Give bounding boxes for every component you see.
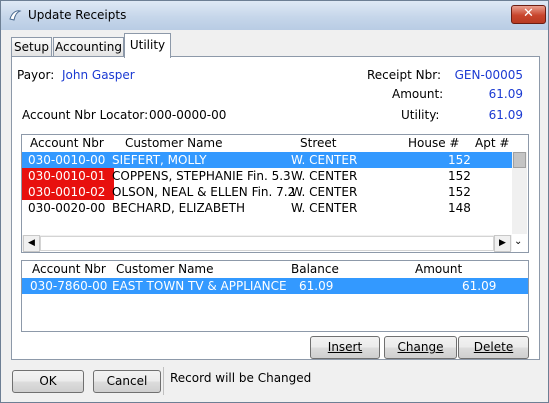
utility-value: 61.09 [488, 108, 523, 122]
customer-name-cell: SIEFERT, MOLLY [112, 153, 207, 167]
column-header[interactable]: Customer Name [125, 136, 223, 150]
column-header[interactable]: Balance [291, 262, 339, 276]
scroll-right-arrow-icon[interactable]: ▶ [494, 235, 511, 252]
table-row[interactable]: 030-0010-02 OLSON, NEAL & ELLEN Fin. 7.2… [22, 184, 528, 200]
payor-value: John Gasper [62, 68, 135, 82]
table-row[interactable]: 030-0020-00 BECHARD, ELIZABETH W. CENTER… [22, 200, 528, 216]
scroll-thumb[interactable] [513, 152, 526, 168]
cancel-button[interactable]: Cancel [93, 370, 161, 393]
payor-label: Payor: [17, 68, 55, 82]
customer-name-cell: COPPENS, STEPHANIE Fin. 5.3 [112, 169, 291, 183]
delete-button-label: Delete [473, 340, 514, 354]
locator-label: Account Nbr Locator: [22, 108, 149, 122]
column-header[interactable]: Account Nbr [30, 136, 104, 150]
utility-label: Utility: [401, 108, 440, 122]
insert-button-label: Insert [327, 340, 363, 354]
title-bar[interactable]: Update Receipts ✕ [1, 1, 548, 30]
account-nbr-cell: 030-0020-00 [28, 201, 106, 215]
payments-grid-header: Account Nbr Customer Name Balance Amount [22, 261, 528, 277]
change-button-label: Change [397, 340, 444, 354]
accounts-grid: Account Nbr Customer Name Street House #… [21, 134, 529, 253]
status-area: Record will be Changed [163, 367, 546, 395]
street-cell: W. CENTER [291, 153, 358, 167]
status-text: Record will be Changed [170, 371, 312, 385]
app-icon [9, 10, 22, 21]
close-button[interactable]: ✕ [511, 5, 546, 24]
table-row[interactable]: 030-0010-01 COPPENS, STEPHANIE Fin. 5.3 … [22, 168, 528, 184]
ok-button[interactable]: OK [12, 370, 84, 393]
vertical-scrollbar[interactable] [512, 152, 527, 234]
scroll-down-arrow-icon[interactable]: ⌄ [514, 236, 522, 247]
amount-value: 61.09 [488, 87, 523, 101]
receipt-nbr-value: GEN-00005 [454, 68, 523, 82]
locator-input[interactable]: 000-0000-00 [149, 108, 226, 122]
scroll-thumb[interactable] [40, 236, 494, 251]
street-cell: W. CENTER [291, 169, 358, 183]
account-nbr-cell: 030-0010-00 [28, 153, 106, 167]
account-nbr-cell: 030-0010-01 [22, 168, 114, 184]
close-icon: ✕ [523, 6, 534, 21]
utility-panel: Payor: John Gasper Receipt Nbr: GEN-0000… [11, 56, 540, 360]
column-header[interactable]: Apt # [475, 136, 509, 150]
window-title: Update Receipts [28, 8, 127, 22]
table-row[interactable]: 030-0010-00 SIEFERT, MOLLY W. CENTER 152 [22, 152, 512, 168]
tab-accounting[interactable]: Accounting [53, 37, 124, 56]
account-nbr-cell: 030-7860-00 [30, 279, 108, 293]
column-header[interactable]: Street [300, 136, 336, 150]
house-cell: 152 [448, 169, 471, 183]
house-cell: 152 [448, 153, 471, 167]
column-header[interactable]: Amount [415, 262, 462, 276]
column-header[interactable]: Account Nbr [32, 262, 106, 276]
street-cell: W. CENTER [291, 185, 358, 199]
horizontal-scrollbar[interactable]: ◀ ▶ [22, 235, 512, 252]
house-cell: 152 [448, 185, 471, 199]
update-receipts-window: Update Receipts ✕ Setup Accounting Utili… [0, 0, 549, 403]
street-cell: W. CENTER [291, 201, 358, 215]
tab-utility[interactable]: Utility [124, 33, 171, 58]
delete-button[interactable]: Delete [458, 336, 529, 359]
customer-name-cell: EAST TOWN TV & APPLIANCE [112, 279, 287, 293]
accounts-grid-header: Account Nbr Customer Name Street House #… [22, 135, 528, 151]
account-nbr-cell: 030-0010-02 [22, 184, 114, 200]
amount-cell: 61.09 [462, 279, 497, 293]
column-header[interactable]: House # [408, 136, 459, 150]
tab-setup[interactable]: Setup [11, 37, 52, 56]
payments-grid: Account Nbr Customer Name Balance Amount… [21, 260, 529, 332]
change-button[interactable]: Change [384, 336, 457, 359]
scroll-left-arrow-icon[interactable]: ◀ [23, 235, 40, 252]
amount-label: Amount: [392, 87, 444, 101]
customer-name-cell: OLSON, NEAL & ELLEN Fin. 7.2 [112, 185, 296, 199]
insert-button[interactable]: Insert [310, 336, 380, 359]
table-row[interactable]: 030-7860-00 EAST TOWN TV & APPLIANCE 61.… [22, 278, 528, 294]
house-cell: 148 [448, 201, 471, 215]
customer-name-cell: BECHARD, ELIZABETH [112, 201, 246, 215]
receipt-nbr-label: Receipt Nbr: [367, 68, 441, 82]
column-header[interactable]: Customer Name [116, 262, 214, 276]
balance-cell: 61.09 [299, 279, 334, 293]
